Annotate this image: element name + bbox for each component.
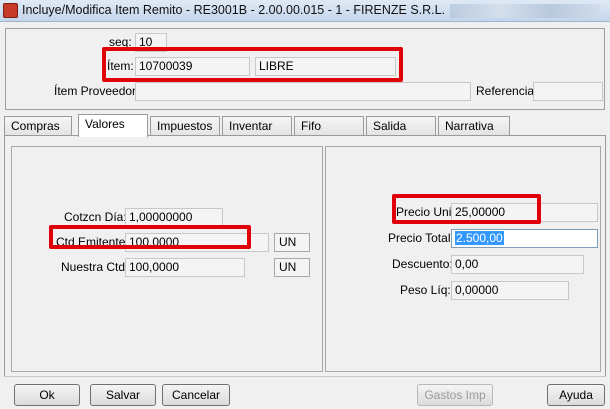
item-proveedor-label: Ítem Proveedor: xyxy=(54,84,140,98)
item-highlight-box xyxy=(102,47,403,82)
cotzcn-dia-label: Cotzcn Día: xyxy=(64,210,127,224)
precio-total-label: Precio Total: xyxy=(388,231,454,245)
tab-inventar[interactable]: Inventar xyxy=(222,116,292,136)
tab-salida[interactable]: Salida xyxy=(366,116,436,136)
nuestra-ctd-field[interactable]: 100,0000 xyxy=(125,258,245,277)
precio-total-field[interactable]: 2.500,00 xyxy=(451,229,598,248)
descuento-field[interactable]: 0,00 xyxy=(451,255,584,274)
ctd-emitente-highlight-box xyxy=(49,225,251,249)
nuestra-ctd-label: Nuestra Ctd: xyxy=(61,260,129,274)
button-bar: Ok Salvar Cancelar Gastos Imp Ayuda xyxy=(4,376,606,409)
salvar-button[interactable]: Salvar xyxy=(90,384,156,406)
dialog-body: seq: 10 Ítem: 10700039 LIBRE Ítem Provee… xyxy=(0,22,610,409)
item-proveedor-field[interactable] xyxy=(135,82,471,101)
valores-tab-body: Cotzcn Día: 1,00000000 Ctd Emitente: 100… xyxy=(4,135,606,381)
ok-button[interactable]: Ok xyxy=(14,384,80,406)
descuento-label: Descuento: xyxy=(392,257,453,271)
tab-impuestos[interactable]: Impuestos xyxy=(150,116,220,136)
tab-narrativa[interactable]: Narrativa xyxy=(438,116,510,136)
cantidades-panel: Cotzcn Día: 1,00000000 Ctd Emitente: 100… xyxy=(11,146,323,372)
precios-panel: Precio Unit: 25,00000 Precio Total: 2.50… xyxy=(325,146,601,372)
nuestra-ctd-unit[interactable]: UN xyxy=(274,258,310,277)
tab-strip: Compras Valores Impuestos Inventar Fifo … xyxy=(4,114,606,137)
referencia-field[interactable] xyxy=(533,82,603,101)
gastos-imp-button[interactable]: Gastos Imp xyxy=(417,384,493,406)
item-header-panel: seq: 10 Ítem: 10700039 LIBRE Ítem Provee… xyxy=(5,28,605,110)
peso-liq-field[interactable]: 0,00000 xyxy=(451,281,569,300)
app-icon xyxy=(3,3,18,18)
blurred-title-area xyxy=(450,4,600,18)
title-bar: Incluye/Modifica Item Remito - RE3001B -… xyxy=(0,0,610,22)
referencia-label: Referencia: xyxy=(476,84,538,98)
precio-total-selection: 2.500,00 xyxy=(455,231,504,245)
precio-unit-highlight-box xyxy=(392,194,541,224)
tab-valores[interactable]: Valores xyxy=(78,114,148,137)
tab-fifo[interactable]: Fifo xyxy=(294,116,364,136)
cancelar-button[interactable]: Cancelar xyxy=(162,384,230,406)
peso-liq-label: Peso Líq: xyxy=(400,283,451,297)
window-title: Incluye/Modifica Item Remito - RE3001B -… xyxy=(22,3,446,17)
tab-compras[interactable]: Compras xyxy=(4,116,72,136)
ctd-emitente-unit[interactable]: UN xyxy=(274,233,310,252)
ayuda-button[interactable]: Ayuda xyxy=(547,384,605,406)
